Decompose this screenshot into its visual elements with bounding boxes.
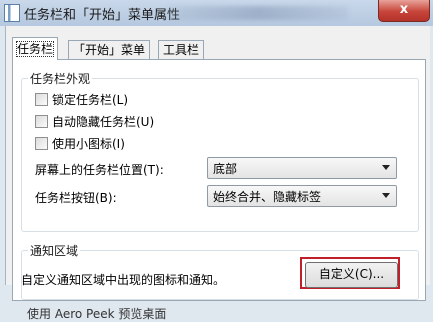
appearance-group: 任务栏外观 锁定任务栏(L) 自动隐藏任务栏(U) 使用小图标(I) 屏幕上的任… — [21, 70, 419, 232]
window-title: 任务栏和「开始」菜单属性 — [24, 8, 181, 23]
title-bar-glass — [168, 6, 348, 20]
taskbar-app-icon — [4, 4, 20, 22]
small-icons-checkbox[interactable]: 使用小图标(I) — [35, 136, 125, 153]
title-bar[interactable]: 任务栏和「开始」菜单属性 x — [0, 0, 433, 26]
lock-taskbar-checkbox[interactable]: 锁定任务栏(L) — [35, 92, 128, 109]
tab-label: 「开始」菜单 — [73, 43, 146, 57]
select-value: 始终合并、隐藏标签 — [213, 190, 322, 204]
checkbox-box[interactable] — [35, 137, 48, 150]
taskbar-location-select[interactable]: 底部 — [207, 157, 397, 179]
taskbar-location-label: 屏幕上的任务栏位置(T): — [35, 163, 164, 177]
notification-description: 自定义通知区域中出现的图标和通知。 — [21, 273, 226, 287]
appearance-legend: 任务栏外观 — [30, 72, 91, 86]
checkbox-label: 使用小图标(I) — [52, 137, 125, 151]
tab-label: 任务栏 — [15, 41, 55, 57]
chevron-down-icon — [382, 165, 390, 170]
aero-peek-text: 使用 Aero Peek 预览桌面 — [27, 307, 167, 321]
checkbox-box[interactable] — [35, 115, 48, 128]
tab-label: 工具栏 — [163, 43, 200, 57]
select-value: 底部 — [213, 162, 238, 176]
auto-hide-checkbox[interactable]: 自动隐藏任务栏(U) — [35, 114, 154, 131]
taskbar-buttons-label: 任务栏按钮(B): — [35, 191, 117, 205]
checkbox-box[interactable] — [35, 93, 48, 106]
dialog-body: 任务栏 「开始」菜单 工具栏 任务栏外观 锁定任务栏(L) 自动隐藏任务栏(U)… — [5, 26, 430, 321]
tab-taskbar[interactable]: 任务栏 — [12, 37, 59, 60]
close-button[interactable]: x — [378, 0, 430, 22]
checkbox-label: 自动隐藏任务栏(U) — [52, 115, 155, 129]
tab-start-menu[interactable]: 「开始」菜单 — [68, 40, 151, 59]
taskbar-buttons-select[interactable]: 始终合并、隐藏标签 — [207, 185, 397, 207]
notification-legend: 通知区域 — [30, 244, 79, 258]
checkbox-label: 锁定任务栏(L) — [52, 93, 129, 107]
customize-button[interactable]: 自定义(C)... — [305, 262, 398, 288]
tab-toolbars[interactable]: 工具栏 — [158, 40, 205, 59]
tab-panel: 任务栏外观 锁定任务栏(L) 自动隐藏任务栏(U) 使用小图标(I) 屏幕上的任… — [12, 59, 426, 321]
chevron-down-icon — [382, 193, 390, 198]
